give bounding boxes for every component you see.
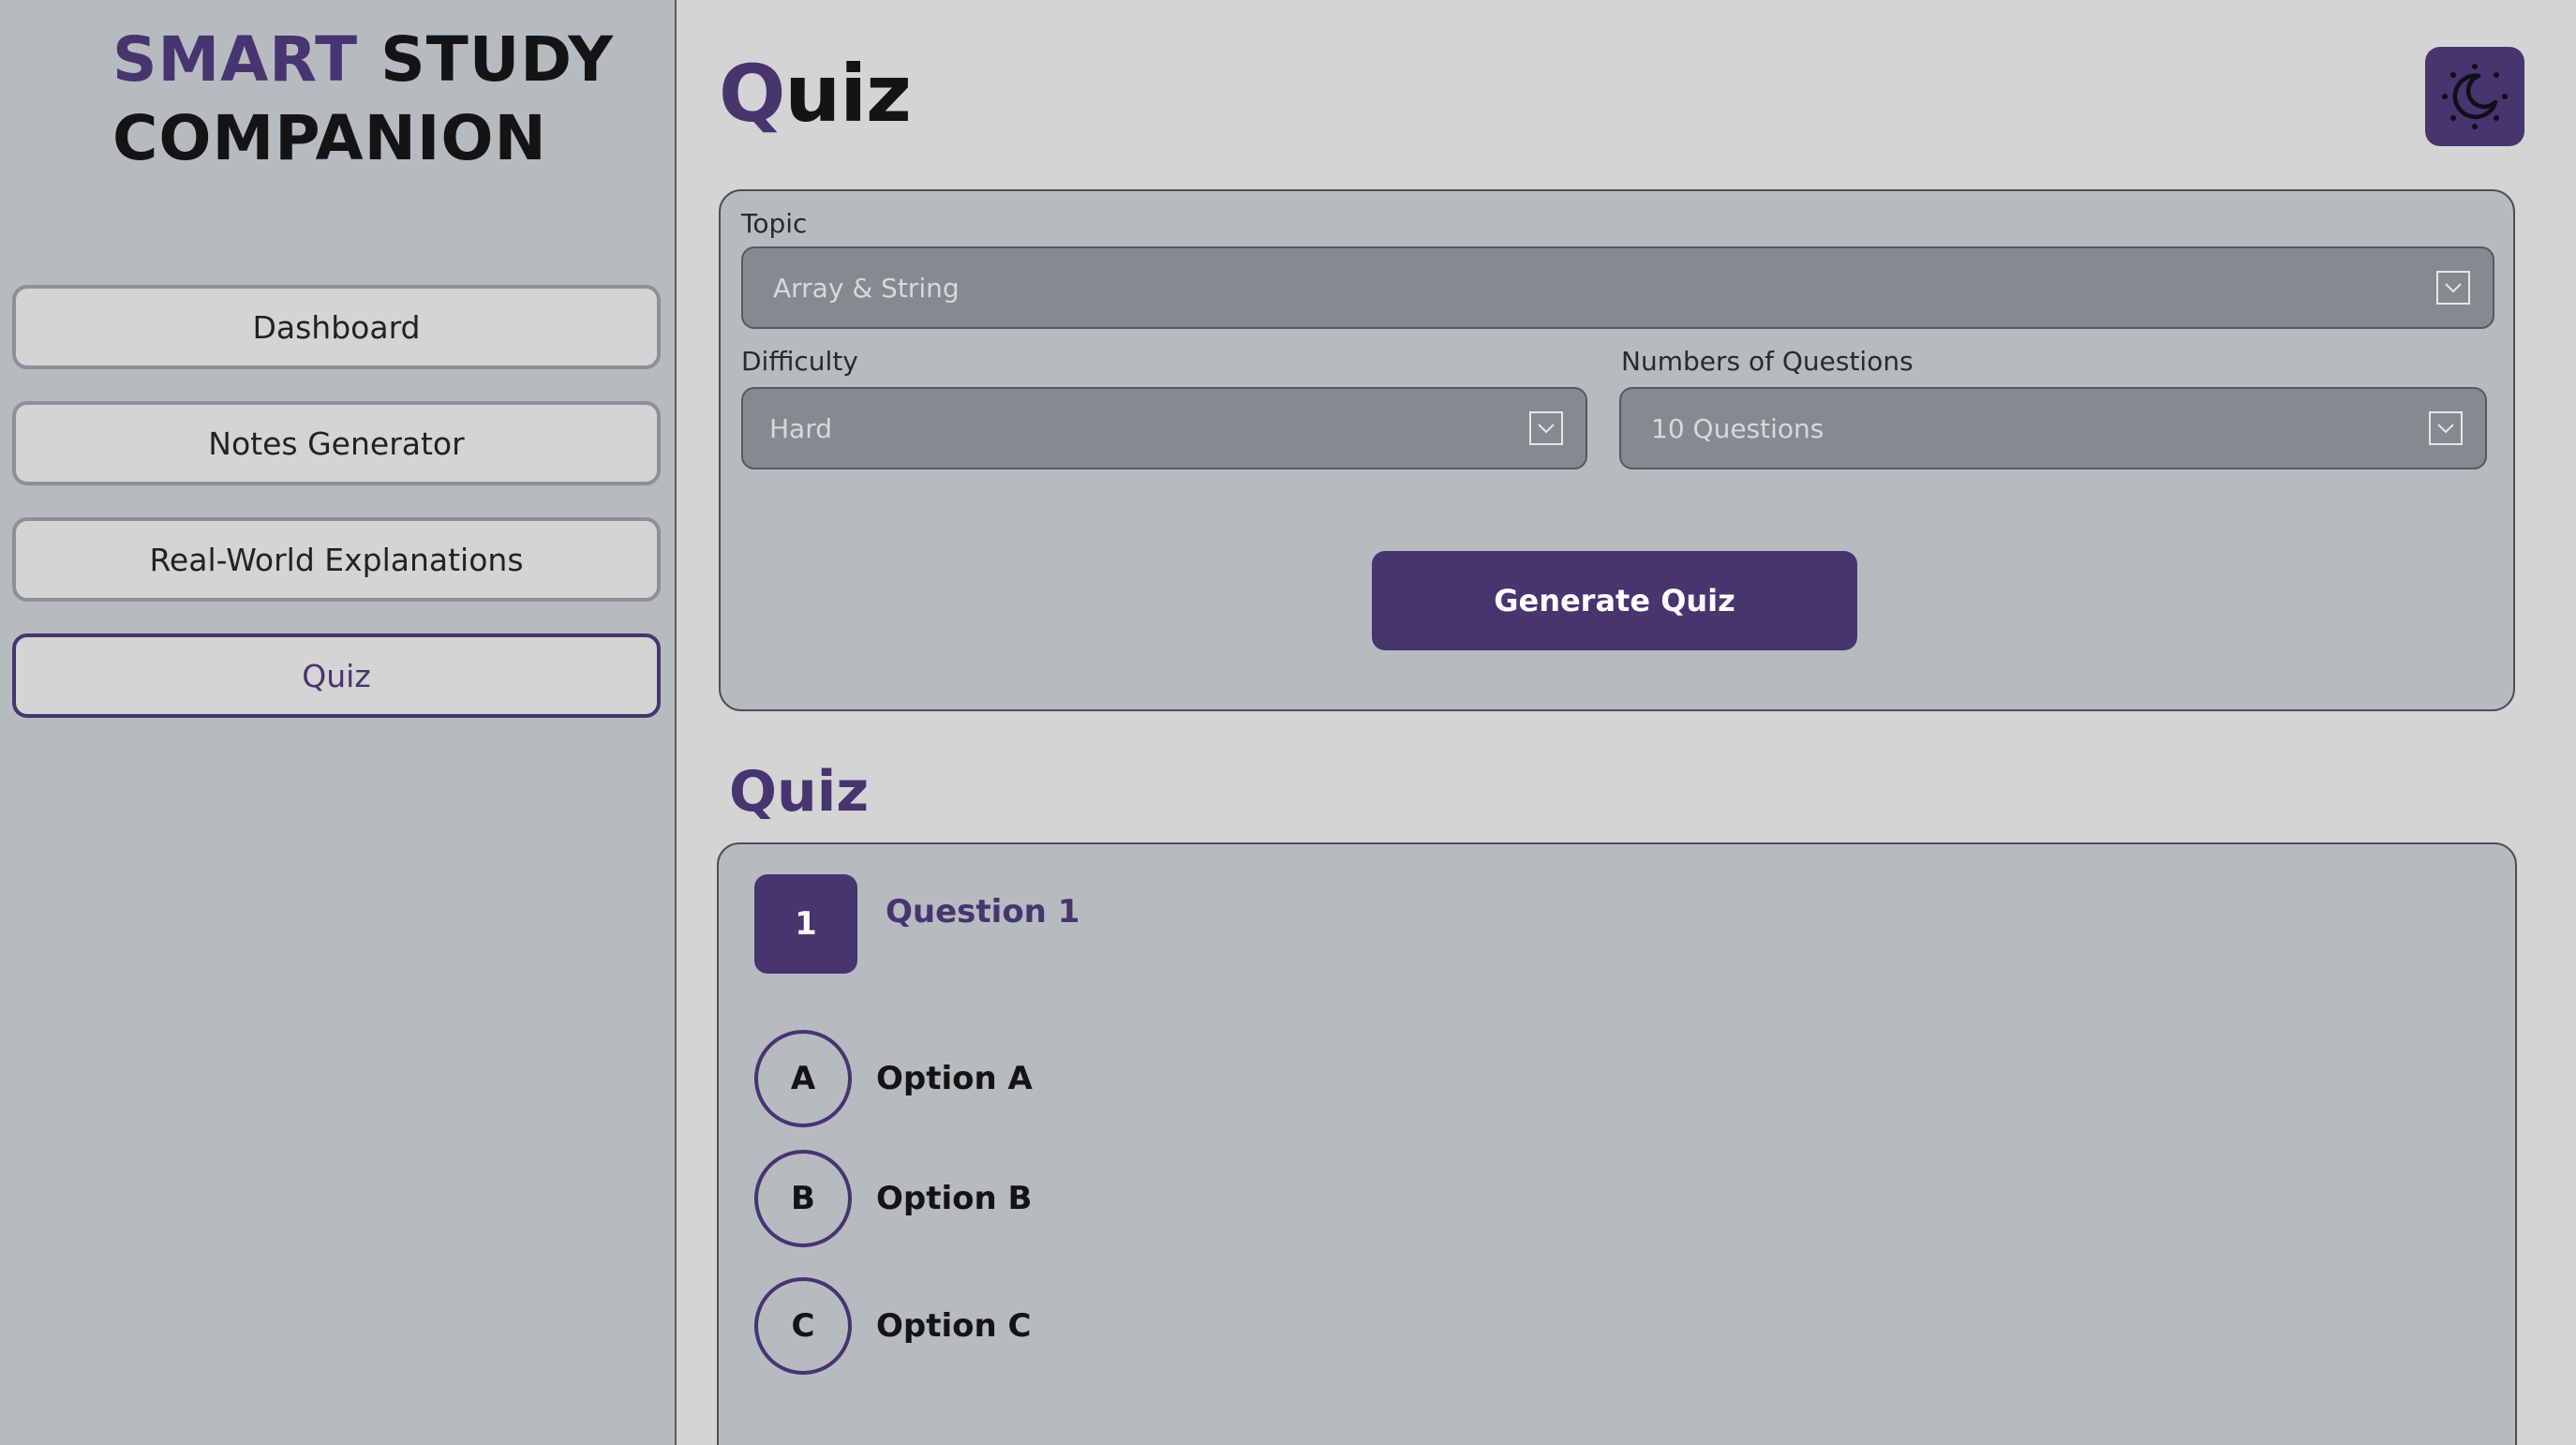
option-a[interactable]: A Option A <box>754 1030 1033 1127</box>
question-card: 1 Question 1 A Option A B Option B C Opt… <box>717 842 2517 1445</box>
page-title: Quiz <box>719 42 912 145</box>
theme-toggle-button[interactable] <box>2425 47 2524 146</box>
generate-quiz-button[interactable]: Generate Quiz <box>1372 551 1857 650</box>
difficulty-select-value: Hard <box>769 412 833 444</box>
option-text: Option B <box>876 1180 1033 1217</box>
page-title-rest: uiz <box>784 48 911 140</box>
brand-word-study: STUDY <box>380 23 615 96</box>
question-title: Question 1 <box>886 893 1080 931</box>
question-count-select[interactable]: 10 Questions <box>1619 387 2487 469</box>
sidebar-item-dashboard[interactable]: Dashboard <box>12 285 661 369</box>
difficulty-label: Difficulty <box>741 346 858 377</box>
option-letter-badge: B <box>754 1150 852 1247</box>
topic-select-value: Array & String <box>773 272 960 304</box>
topic-select[interactable]: Array & String <box>741 246 2494 329</box>
option-letter-badge: A <box>754 1030 852 1127</box>
brand-word-companion: COMPANION <box>112 102 547 174</box>
option-text: Option C <box>876 1307 1032 1345</box>
brand-accent-word: SMART <box>112 23 359 96</box>
question-number-badge: 1 <box>754 874 857 974</box>
app-logo-text: SMART STUDY COMPANION <box>112 21 614 178</box>
quiz-section-title: Quiz <box>729 759 870 825</box>
sidebar-item-real-world-explanations[interactable]: Real-World Explanations <box>12 517 661 602</box>
sidebar-item-quiz[interactable]: Quiz <box>12 633 661 718</box>
question-count-label: Numbers of Questions <box>1621 346 1913 377</box>
option-text: Option A <box>876 1060 1033 1097</box>
sidebar-item-notes-generator[interactable]: Notes Generator <box>12 401 661 485</box>
sidebar-item-label: Notes Generator <box>208 425 465 462</box>
question-count-select-value: 10 Questions <box>1651 412 1824 444</box>
sidebar-item-label: Dashboard <box>252 308 421 346</box>
sidebar: SMART STUDY COMPANION Dashboard Notes Ge… <box>0 0 677 1445</box>
chevron-down-icon <box>1529 411 1563 445</box>
chevron-down-icon <box>2429 411 2463 445</box>
chevron-down-icon <box>2436 271 2470 305</box>
option-b[interactable]: B Option B <box>754 1150 1032 1247</box>
sidebar-item-label: Quiz <box>302 657 371 694</box>
option-c[interactable]: C Option C <box>754 1277 1032 1375</box>
moon-sun-icon <box>2442 64 2508 129</box>
option-letter-badge: C <box>754 1277 852 1375</box>
difficulty-select[interactable]: Hard <box>741 387 1587 469</box>
quiz-settings-card: Topic Array & String Difficulty Hard Num… <box>719 189 2515 711</box>
topic-label: Topic <box>741 208 808 239</box>
page-title-first-letter: Q <box>719 48 785 140</box>
sidebar-item-label: Real-World Explanations <box>149 541 524 578</box>
